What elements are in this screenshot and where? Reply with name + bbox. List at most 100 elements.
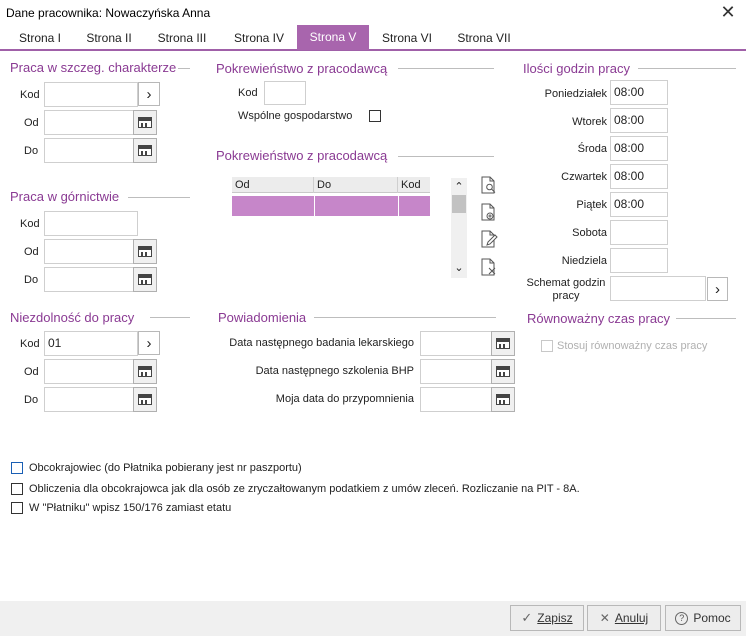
cancel-button[interactable]: ✕ Anuluj [587,605,661,631]
column-header-od[interactable]: Od [232,177,314,193]
day-label-wtorek: Wtorek [572,116,607,128]
do-date-input[interactable] [44,138,134,163]
od-date-input[interactable] [44,359,134,384]
day-label-niedziela: Niedziela [561,255,607,267]
hours-input-niedziela[interactable] [610,248,668,273]
schemat-godzin-input[interactable] [610,276,706,301]
kod-label: Kod [20,338,40,350]
save-button[interactable]: ✓ Zapisz [510,605,584,631]
rownowazny-czas-label: Stosuj równoważny czas pracy [557,340,708,352]
badanie-lekarskie-label: Data następnego badania lekarskiego [229,337,414,349]
platnik-etat-label: W "Płatniku" wpisz 150/176 zamiast etatu [29,502,232,514]
rownowazny-czas-checkbox[interactable] [541,340,553,352]
kod-input[interactable] [44,211,138,236]
section-title-powiadomienia: Powiadomienia [218,310,307,325]
od-calendar-button[interactable] [133,239,157,264]
wspolne-gospodarstwo-checkbox[interactable] [369,110,381,122]
schemat-godzin-select-button[interactable]: › [707,277,728,301]
do-calendar-button[interactable] [133,387,157,412]
od-date-input[interactable] [44,239,134,264]
tab-strona-5[interactable]: Strona V [297,25,369,50]
szkolenie-bhp-input[interactable] [420,359,492,384]
tab-bar: Strona I Strona II Strona III Strona IV … [0,25,746,51]
kod-input[interactable] [44,82,138,107]
document-delete-icon[interactable] [480,258,498,276]
wspolne-gospodarstwo-label: Wspólne gospodarstwo [238,110,353,122]
tab-strona-2[interactable]: Strona II [74,26,144,50]
scroll-down-icon[interactable]: ⌄ [451,262,467,278]
kod-input[interactable]: 01 [44,331,138,356]
day-label-piatek: Piątek [576,199,607,211]
calendar-icon [138,274,152,285]
schemat-godzin-label: Schemat godzin pracy [524,277,608,303]
od-date-input[interactable] [44,110,134,135]
tab-strona-4[interactable]: Strona IV [222,26,296,50]
pokrewienstwo-kod-input[interactable] [264,81,306,105]
save-button-label: Zapisz [537,611,573,625]
cross-icon: ✕ [599,611,610,625]
badanie-lekarskie-calendar-button[interactable] [491,331,515,356]
od-label: Od [24,246,39,258]
przypomnienie-calendar-button[interactable] [491,387,515,412]
section-title-praca-szczeg: Praca w szczeg. charakterze [10,60,177,75]
do-label: Do [24,145,39,157]
hours-input-wtorek[interactable]: 08:00 [610,108,668,133]
pokrewienstwo-grid[interactable]: Od Do Kod [232,177,430,217]
przypomnienie-label: Moja data do przypomnienia [275,393,414,405]
hours-input-sroda[interactable]: 08:00 [610,136,668,161]
platnik-etat-checkbox[interactable] [11,502,23,514]
kod-select-button[interactable]: › [138,331,160,355]
document-preview-icon[interactable] [480,176,498,194]
hours-input-poniedzialek[interactable]: 08:00 [610,80,668,105]
badanie-lekarskie-input[interactable] [420,331,492,356]
do-date-input[interactable] [44,267,134,292]
od-label: Od [24,117,39,129]
hours-input-sobota[interactable] [610,220,668,245]
day-label-czwartek: Czwartek [561,171,607,183]
section-title-pokrewienstwo-list: Pokrewieństwo z pracodawcą [216,148,388,163]
section-title-rownowazny: Równoważny czas pracy [527,311,671,326]
close-icon[interactable]: ✕ [718,2,738,22]
do-calendar-button[interactable] [133,138,157,163]
schemat-godzin-label-line1: Schemat godzin [526,277,606,289]
tab-strona-7[interactable]: Strona VII [446,26,522,50]
scroll-thumb[interactable] [452,195,466,213]
window-title: Dane pracownika: Nowaczyńska Anna [6,6,211,20]
do-calendar-button[interactable] [133,267,157,292]
tab-strona-3[interactable]: Strona III [146,26,218,50]
section-divider [676,318,736,319]
przypomnienie-input[interactable] [420,387,492,412]
tab-strona-1[interactable]: Strona I [8,26,72,50]
table-row[interactable] [232,196,430,216]
calendar-icon [496,366,510,377]
cell-divider [314,196,315,216]
grid-scrollbar[interactable]: ⌃ ⌄ [451,178,467,278]
section-title-praca-gornictwie: Praca w górnictwie [10,189,120,204]
hours-input-piatek[interactable]: 08:00 [610,192,668,217]
od-calendar-button[interactable] [133,110,157,135]
szkolenie-bhp-calendar-button[interactable] [491,359,515,384]
hours-input-czwartek[interactable]: 08:00 [610,164,668,189]
chevron-right-icon: › [715,280,720,298]
chevron-right-icon: › [146,85,152,103]
column-header-do[interactable]: Do [314,177,398,193]
scroll-up-icon[interactable]: ⌃ [451,178,467,194]
obliczenia-obcokrajowca-checkbox[interactable] [11,483,23,495]
od-label: Od [24,366,39,378]
tab-strona-6[interactable]: Strona VI [372,26,442,50]
document-edit-icon[interactable] [480,230,498,248]
obcokrajowiec-checkbox[interactable] [11,462,23,474]
section-title-pokrewienstwo: Pokrewieństwo z pracodawcą [216,61,388,76]
column-header-kod[interactable]: Kod [398,177,430,193]
kod-select-button[interactable]: › [138,82,160,106]
do-date-input[interactable] [44,387,134,412]
help-button[interactable]: ? Pomoc [665,605,741,631]
calendar-icon [138,246,152,257]
document-add-icon[interactable] [480,203,498,221]
od-calendar-button[interactable] [133,359,157,384]
schemat-godzin-label-line2: pracy [552,290,580,302]
help-icon: ? [675,611,689,625]
check-icon: ✓ [521,610,533,625]
section-divider [638,68,736,69]
section-divider [128,197,190,198]
